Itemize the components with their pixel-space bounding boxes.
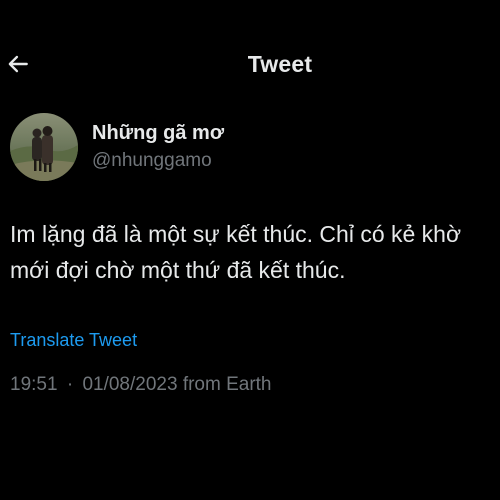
tweet-author: Những gã mơ @nhunggamo [10,112,224,182]
couple-photo-avatar [10,113,78,181]
tweet-text-line: mới đợi chờ một thứ đã kết thúc. [10,257,346,283]
tweet-source: from Earth [182,374,272,395]
meta-separator: · [66,374,74,395]
tweet-date: 01/08/2023 [82,374,178,395]
tweet-text: Im lặng đã là một sự kết thúc. Chỉ có kẻ… [10,216,500,288]
tweet-time: 19:51 [10,374,58,395]
back-button[interactable] [2,48,34,80]
page-title: Tweet [247,50,313,77]
tweet-timestamp: 19:51 · 01/08/2023 from Earth [10,372,272,398]
top-bar: Tweet [0,40,500,88]
translate-tweet-link[interactable]: Translate Tweet [10,328,137,352]
user-handle[interactable]: @nhunggamo [92,148,224,174]
avatar[interactable] [10,113,78,181]
display-name[interactable]: Những gã mơ [92,121,224,145]
tweet-text-line: Im lặng đã là một sự kết thúc. Chỉ có kẻ… [10,221,462,247]
tweet-detail-screen: Tweet Những gã mơ @nhunggamo Im lặng đã … [0,0,500,500]
author-names: Những gã mơ @nhunggamo [92,121,224,174]
arrow-left-icon [8,55,28,73]
